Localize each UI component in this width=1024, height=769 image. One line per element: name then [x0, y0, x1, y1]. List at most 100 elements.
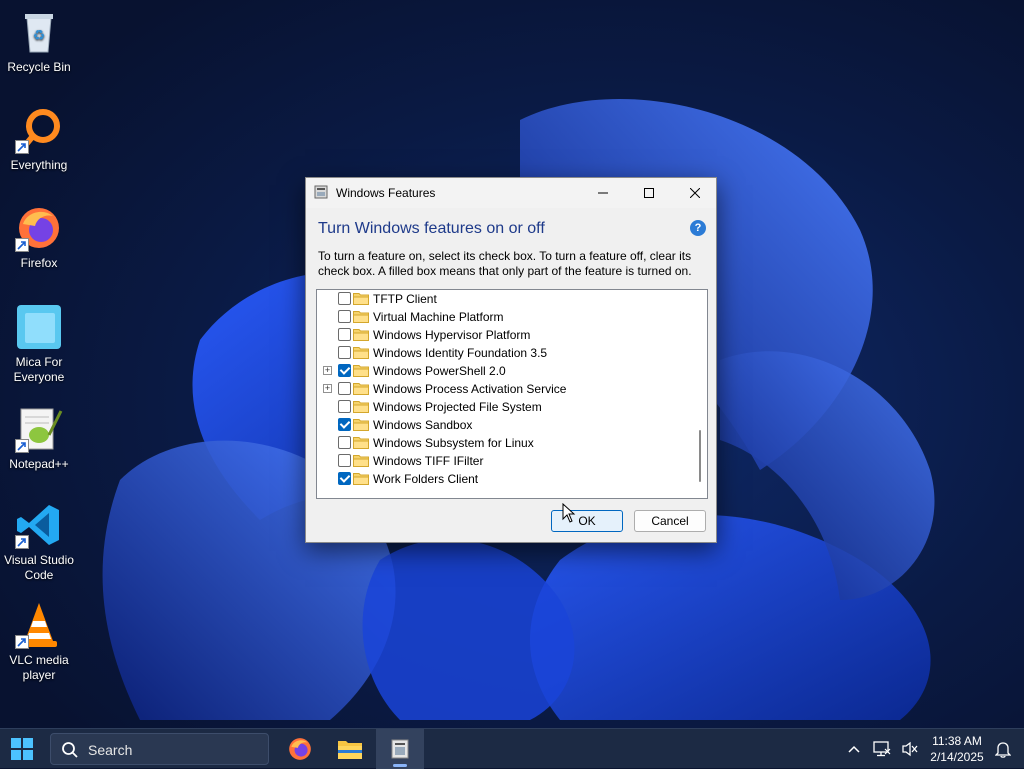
feature-row[interactable]: Windows Sandbox — [317, 416, 687, 434]
feature-row[interactable]: Windows Hypervisor Platform — [317, 326, 687, 344]
desktop-icon-visual-studio-code[interactable]: Visual Studio Code — [0, 501, 78, 583]
taskbar-firefox[interactable] — [276, 729, 324, 769]
folder-icon — [353, 365, 369, 377]
feature-label: Virtual Machine Platform — [373, 310, 504, 324]
folder-icon — [353, 311, 369, 323]
minimize-icon — [598, 192, 608, 194]
shortcut-arrow-icon — [15, 140, 29, 154]
folder-icon — [353, 329, 369, 341]
search-placeholder: Search — [88, 742, 133, 758]
feature-label: Work Folders Client — [373, 472, 479, 486]
feature-checkbox[interactable] — [338, 364, 351, 377]
notepad-plus-plus-icon — [15, 405, 63, 453]
desktop-icon-label: Everything — [10, 158, 68, 172]
feature-checkbox[interactable] — [338, 472, 351, 485]
feature-label: Windows Hypervisor Platform — [373, 328, 531, 342]
expand-icon[interactable]: + — [323, 366, 332, 375]
folder-icon — [353, 401, 369, 413]
feature-label: Windows Process Activation Service — [373, 382, 567, 396]
dialog-heading: Turn Windows features on or off — [318, 220, 545, 237]
cancel-button[interactable]: Cancel — [634, 510, 706, 532]
volume-muted-icon[interactable] — [900, 739, 920, 759]
mouse-cursor-icon — [562, 503, 576, 523]
folder-icon — [353, 419, 369, 431]
search-icon — [62, 742, 78, 758]
show-hidden-icons-chevron-icon[interactable] — [844, 739, 864, 759]
feature-checkbox[interactable] — [338, 400, 351, 413]
taskbar-clock[interactable]: 11:38 AM 2/14/2025 — [925, 733, 989, 765]
feature-label: Windows TIFF IFilter — [373, 454, 484, 468]
taskbar-windows-features[interactable] — [376, 729, 424, 769]
dialog-titlebar[interactable]: Windows Features — [306, 178, 716, 208]
feature-checkbox[interactable] — [338, 418, 351, 431]
close-icon — [690, 188, 700, 198]
folder-icon — [353, 473, 369, 485]
desktop-icon-label: Recycle Bin — [7, 60, 71, 74]
dialog-description: To turn a feature on, select its check b… — [318, 249, 692, 278]
expand-icon[interactable]: + — [323, 384, 332, 393]
feature-row[interactable]: Windows Identity Foundation 3.5 — [317, 344, 687, 362]
feature-row[interactable]: TFTP Client — [317, 290, 687, 308]
close-button[interactable] — [672, 178, 718, 208]
clock-date: 2/14/2025 — [930, 750, 984, 764]
everything-search-icon — [15, 106, 63, 154]
folder-icon — [353, 455, 369, 467]
feature-checkbox[interactable] — [338, 382, 351, 395]
vertical-scrollbar[interactable] — [693, 290, 707, 498]
feature-row[interactable]: Virtual Machine Platform — [317, 308, 687, 326]
help-icon[interactable]: ? — [690, 220, 706, 236]
minimize-button[interactable] — [580, 178, 626, 208]
desktop-icon-recycle-bin[interactable]: ♻ Recycle Bin — [0, 8, 78, 75]
feature-checkbox[interactable] — [338, 436, 351, 449]
taskbar-file-explorer[interactable] — [326, 729, 374, 769]
desktop-icon-everything[interactable]: Everything — [0, 106, 78, 173]
windows-features-icon — [391, 739, 409, 759]
feature-checkbox[interactable] — [338, 328, 351, 341]
maximize-button[interactable] — [626, 178, 672, 208]
desktop-icon-label: Firefox — [20, 256, 58, 270]
feature-checkbox[interactable] — [338, 310, 351, 323]
mica-for-everyone-icon — [15, 303, 63, 351]
svg-text:♻: ♻ — [33, 28, 46, 44]
feature-checkbox[interactable] — [338, 292, 351, 305]
dialog-title: Windows Features — [336, 186, 436, 200]
maximize-icon — [644, 188, 654, 198]
windows-start-icon[interactable] — [10, 737, 34, 761]
feature-label: TFTP Client — [373, 292, 437, 306]
feature-label: Windows PowerShell 2.0 — [373, 364, 506, 378]
taskbar: Search 11:38 AM 2/14/2025 — [0, 728, 1024, 769]
taskbar-search-box[interactable]: Search — [50, 733, 269, 765]
scroll-thumb[interactable] — [699, 430, 701, 482]
desktop-icon-label: VLC media player — [9, 653, 69, 682]
feature-label: Windows Projected File System — [373, 400, 542, 414]
features-tree[interactable]: TFTP Client Virtual Machine Platform Windo… — [316, 289, 708, 499]
feature-row[interactable]: Windows Projected File System — [317, 398, 687, 416]
feature-checkbox[interactable] — [338, 346, 351, 359]
folder-icon — [353, 293, 369, 305]
feature-checkbox[interactable] — [338, 454, 351, 467]
desktop-icon-notepad-plus-plus[interactable]: Notepad++ — [0, 405, 78, 472]
desktop-icon-label: Mica For Everyone — [13, 355, 65, 384]
feature-row[interactable]: Windows Subsystem for Linux — [317, 434, 687, 452]
shortcut-arrow-icon — [15, 238, 29, 252]
folder-icon — [353, 437, 369, 449]
notification-bell-icon[interactable] — [993, 739, 1013, 759]
network-icon[interactable] — [872, 739, 892, 759]
vlc-cone-icon — [15, 601, 63, 649]
feature-row[interactable]: + Windows PowerShell 2.0 — [317, 362, 687, 380]
desktop-icon-label: Visual Studio Code — [4, 553, 74, 582]
firefox-icon — [15, 204, 63, 252]
desktop-icon-firefox[interactable]: Firefox — [0, 204, 78, 271]
windows-features-dialog: Windows Features Turn Windows features o… — [305, 177, 717, 543]
feature-label: Windows Subsystem for Linux — [373, 436, 534, 450]
feature-label: Windows Sandbox — [373, 418, 473, 432]
vscode-icon — [15, 501, 63, 549]
desktop-icon-mica-for-everyone[interactable]: Mica For Everyone — [0, 303, 78, 385]
desktop-icon-vlc[interactable]: VLC media player — [0, 601, 78, 683]
firefox-icon — [289, 738, 311, 760]
feature-row[interactable]: + Windows Process Activation Service — [317, 380, 687, 398]
desktop-icon-label: Notepad++ — [9, 457, 69, 471]
feature-row[interactable]: Windows TIFF IFilter — [317, 452, 687, 470]
feature-row[interactable]: Work Folders Client — [317, 470, 687, 488]
recycle-bin-icon: ♻ — [15, 8, 63, 56]
